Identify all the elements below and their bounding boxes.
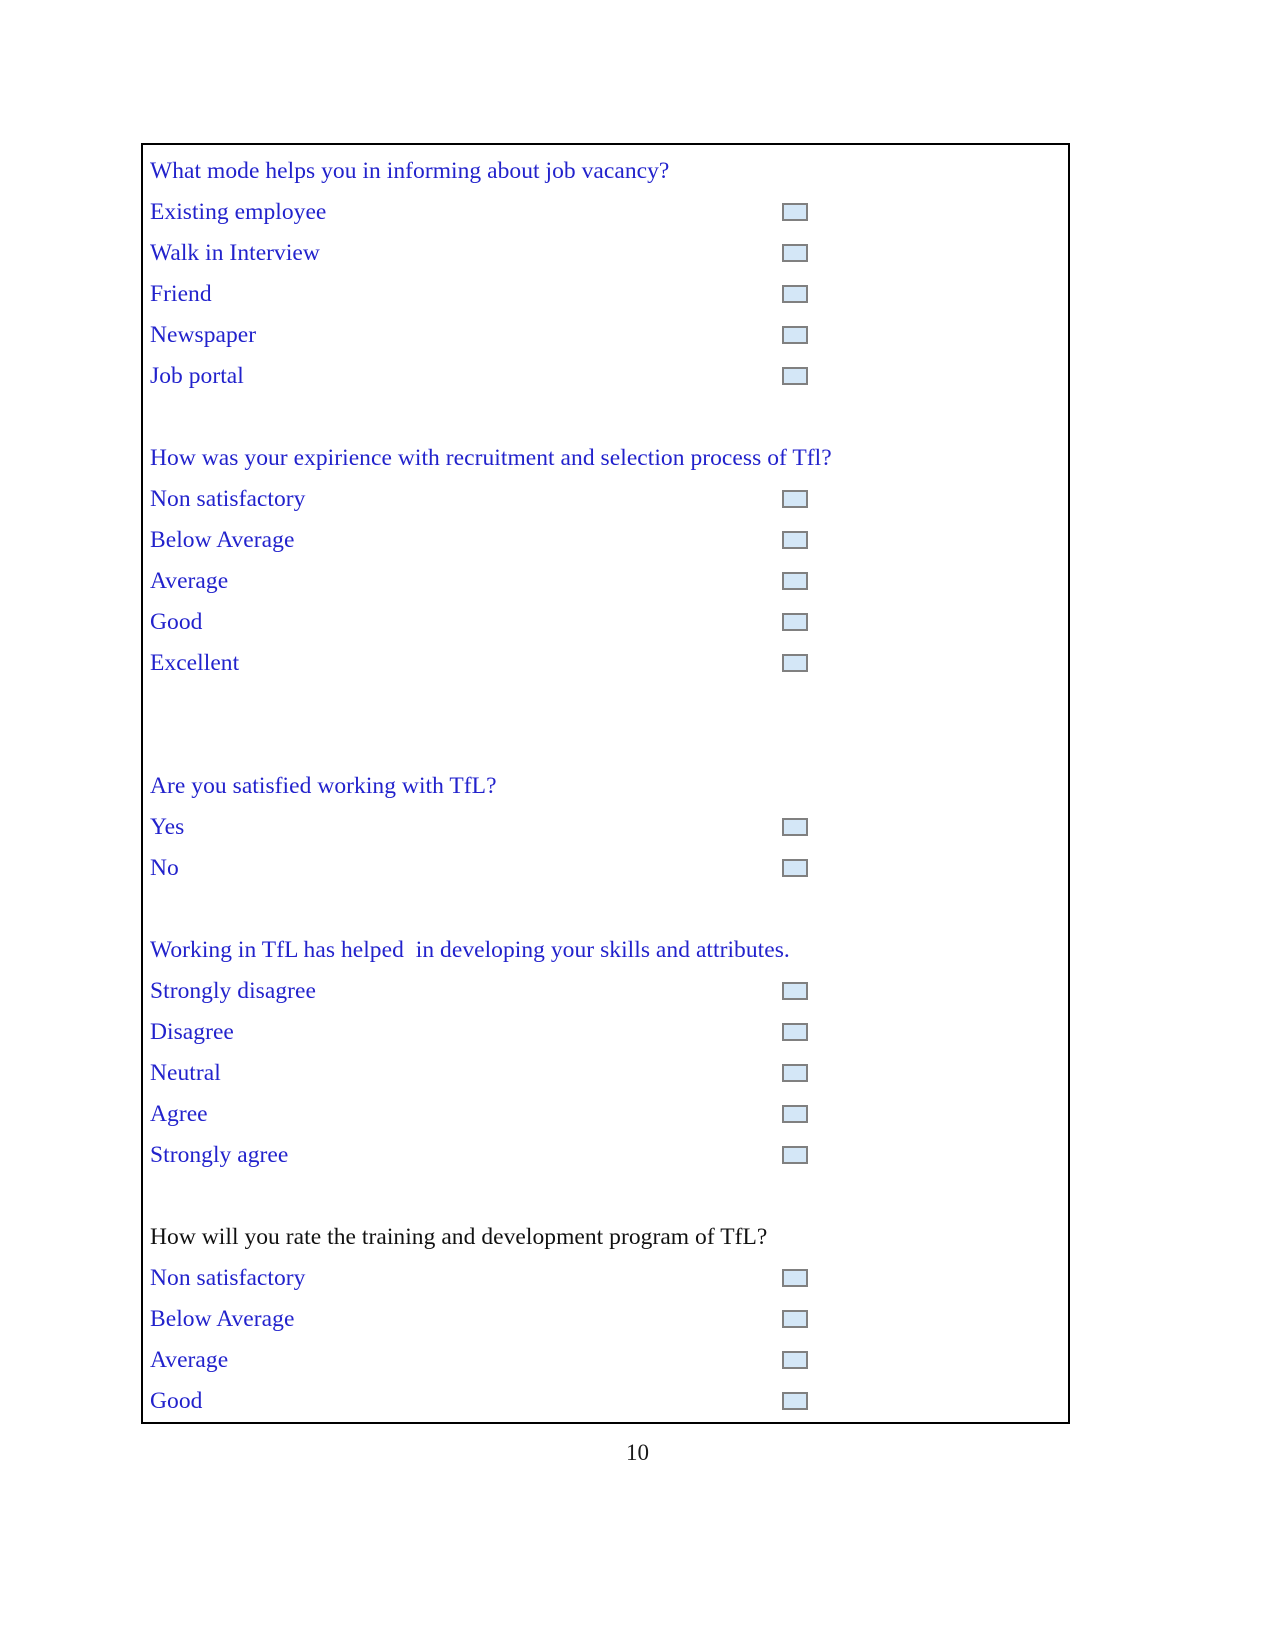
- option-row[interactable]: Non satisfactory: [148, 1258, 1068, 1299]
- option-label: Excellent: [150, 650, 240, 676]
- checkbox-excellent[interactable]: [782, 654, 808, 672]
- question-title: How was your expirience with recruitment…: [150, 445, 832, 471]
- option-label: Strongly agree: [150, 1142, 289, 1168]
- checkbox-friend[interactable]: [782, 285, 808, 303]
- question-title: How will you rate the training and devel…: [150, 1224, 768, 1250]
- question-block-training-program-rating: How will you rate the training and devel…: [148, 1217, 1068, 1422]
- checkbox-no[interactable]: [782, 859, 808, 877]
- checkbox-average[interactable]: [782, 572, 808, 590]
- question-block-satisfaction: Are you satisfied working with TfL? Yes …: [148, 766, 1068, 889]
- option-label: Job portal: [150, 363, 244, 389]
- question-block-skills-development: Working in TfL has helped in developing …: [148, 930, 1068, 1176]
- checkbox-yes[interactable]: [782, 818, 808, 836]
- option-row[interactable]: Average: [148, 561, 1068, 602]
- checkbox-below-average[interactable]: [782, 531, 808, 549]
- option-label: Agree: [150, 1101, 208, 1127]
- option-row[interactable]: Below Average: [148, 520, 1068, 561]
- checkbox-strongly-agree[interactable]: [782, 1146, 808, 1164]
- page-number: 10: [626, 1440, 649, 1465]
- questionnaire-content: What mode helps you in informing about j…: [143, 145, 1068, 1422]
- checkbox-average-2[interactable]: [782, 1351, 808, 1369]
- option-label: Average: [150, 568, 229, 594]
- checkbox-strongly-disagree[interactable]: [782, 982, 808, 1000]
- checkbox-existing-employee[interactable]: [782, 203, 808, 221]
- option-label: Yes: [150, 814, 185, 840]
- option-row[interactable]: Excellent: [148, 643, 1068, 684]
- option-row[interactable]: Disagree: [148, 1012, 1068, 1053]
- document-page: What mode helps you in informing about j…: [0, 0, 1275, 1650]
- option-row[interactable]: Strongly agree: [148, 1135, 1068, 1176]
- option-label: Average: [150, 1347, 229, 1373]
- option-row[interactable]: Walk in Interview: [148, 233, 1068, 274]
- checkbox-good[interactable]: [782, 613, 808, 631]
- option-label: Non satisfactory: [150, 1265, 306, 1291]
- option-row[interactable]: Agree: [148, 1094, 1068, 1135]
- option-row[interactable]: Yes: [148, 807, 1068, 848]
- option-label: Below Average: [150, 527, 295, 553]
- option-label: Good: [150, 609, 203, 635]
- checkbox-non-satisfactory-2[interactable]: [782, 1269, 808, 1287]
- checkbox-disagree[interactable]: [782, 1023, 808, 1041]
- option-label: Friend: [150, 281, 212, 307]
- option-row[interactable]: Non satisfactory: [148, 479, 1068, 520]
- option-label: Existing employee: [150, 199, 327, 225]
- checkbox-good-2[interactable]: [782, 1392, 808, 1410]
- checkbox-newspaper[interactable]: [782, 326, 808, 344]
- option-label: Good: [150, 1388, 203, 1414]
- checkbox-below-average-2[interactable]: [782, 1310, 808, 1328]
- option-label: Non satisfactory: [150, 486, 306, 512]
- checkbox-job-portal[interactable]: [782, 367, 808, 385]
- option-label: Walk in Interview: [150, 240, 320, 266]
- option-row[interactable]: Neutral: [148, 1053, 1068, 1094]
- option-label: Below Average: [150, 1306, 295, 1332]
- option-row[interactable]: Friend: [148, 274, 1068, 315]
- option-row[interactable]: Job portal: [148, 356, 1068, 397]
- option-label: No: [150, 855, 179, 881]
- option-label: Strongly disagree: [150, 978, 316, 1004]
- question-title: What mode helps you in informing about j…: [150, 158, 670, 184]
- question-block-recruitment-experience: How was your expirience with recruitment…: [148, 438, 1068, 684]
- question-title: Working in TfL has helped in developing …: [150, 937, 790, 963]
- questionnaire-frame: What mode helps you in informing about j…: [141, 143, 1070, 1424]
- option-label: Neutral: [150, 1060, 221, 1086]
- option-row[interactable]: Below Average: [148, 1299, 1068, 1340]
- checkbox-non-satisfactory[interactable]: [782, 490, 808, 508]
- option-row[interactable]: Good: [148, 1381, 1068, 1422]
- option-row[interactable]: Newspaper: [148, 315, 1068, 356]
- option-row[interactable]: Average: [148, 1340, 1068, 1381]
- question-title: Are you satisfied working with TfL?: [150, 773, 497, 799]
- checkbox-neutral[interactable]: [782, 1064, 808, 1082]
- option-label: Newspaper: [150, 322, 257, 348]
- option-row[interactable]: Strongly disagree: [148, 971, 1068, 1012]
- option-row[interactable]: Existing employee: [148, 192, 1068, 233]
- option-row[interactable]: Good: [148, 602, 1068, 643]
- checkbox-walk-in-interview[interactable]: [782, 244, 808, 262]
- option-label: Disagree: [150, 1019, 234, 1045]
- checkbox-agree[interactable]: [782, 1105, 808, 1123]
- option-row[interactable]: No: [148, 848, 1068, 889]
- question-block-job-vacancy-mode: What mode helps you in informing about j…: [148, 151, 1068, 397]
